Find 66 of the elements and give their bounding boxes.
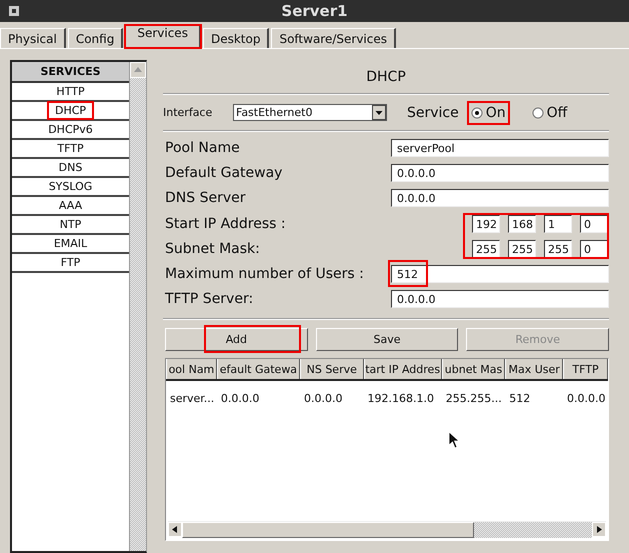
column-header[interactable]: efault Gatewa [216, 359, 300, 380]
service-list-item[interactable]: TFTP [51, 141, 90, 156]
tab[interactable]: Software/Services [271, 28, 396, 48]
octet-field[interactable]: 0 [580, 240, 608, 258]
input-field[interactable]: 0.0.0.0 [391, 164, 609, 182]
tab[interactable]: Services [125, 25, 201, 48]
input-field[interactable]: serverPool [391, 138, 609, 157]
service-list-item[interactable]: DHCPv6 [42, 122, 99, 137]
service-list-item[interactable]: NTP [54, 217, 88, 232]
octet-field[interactable]: 168 [508, 214, 536, 233]
window-title: Server1 [280, 2, 349, 20]
table-cell-text: 192.168.1.0 [366, 392, 436, 405]
field-label: Interface [163, 106, 214, 119]
tab[interactable]: Config [68, 28, 124, 48]
window-menu-icon[interactable] [9, 6, 19, 16]
octet-field[interactable]: 192 [472, 214, 500, 233]
octet-field[interactable]: 1 [544, 214, 572, 233]
list-header: SERVICES [12, 62, 129, 83]
service-list-item[interactable]: DHCP [48, 103, 92, 118]
column-header[interactable]: ool Nam [166, 359, 217, 380]
column-header[interactable]: TFTP [563, 359, 608, 380]
field-label: TFTP Server: [164, 291, 254, 308]
service-list-item[interactable]: AAA [52, 198, 88, 213]
column-header[interactable]: ubnet Mas [442, 359, 506, 380]
action-button[interactable]: Save [316, 328, 458, 352]
tab[interactable]: Desktop [202, 28, 270, 48]
tab[interactable]: Physical [0, 28, 66, 48]
radio-option[interactable]: On [466, 100, 510, 124]
interface-dropdown[interactable]: FastEthernet0 [233, 104, 387, 121]
table-cell-text: 0.0.0.0 [220, 392, 260, 405]
table-cell-text: 0.0.0.0 [566, 392, 606, 405]
field-label: Subnet Mask: [164, 240, 261, 257]
octet-field[interactable]: 0 [580, 214, 608, 233]
table-cell-text: 255.255... [444, 392, 503, 405]
scroll-up-button[interactable] [130, 62, 146, 78]
octet-field[interactable]: 255 [472, 240, 500, 258]
octet-field[interactable]: 255 [544, 240, 572, 258]
column-header[interactable]: NS Serve [300, 359, 364, 380]
radio-button-icon[interactable] [470, 106, 483, 118]
service-list-item[interactable]: DNS [52, 160, 88, 175]
scroll-left-button[interactable] [168, 522, 182, 538]
service-list-item[interactable]: EMAIL [48, 236, 94, 251]
mouse-pointer-icon [448, 431, 460, 450]
input-field[interactable]: 0.0.0.0 [391, 189, 609, 208]
column-header[interactable]: Max User [505, 359, 564, 380]
action-button[interactable]: Add [165, 328, 308, 352]
octet-field[interactable]: 255 [508, 240, 536, 258]
table-cell-text: 512 [508, 392, 532, 405]
input-field[interactable]: 0.0.0.0 [391, 290, 609, 308]
radio-button-icon[interactable] [532, 106, 544, 118]
field-label: Pool Name [164, 140, 241, 156]
table-cell-text: server... [169, 392, 216, 405]
field-label: Start IP Address : [164, 216, 287, 232]
service-list-item[interactable]: HTTP [50, 84, 91, 99]
field-label: Service [407, 104, 459, 120]
scroll-right-button[interactable] [592, 522, 606, 538]
input-field[interactable]: 512 [391, 265, 609, 284]
table-cell-text: 0.0.0.0 [302, 392, 344, 405]
service-list-item[interactable]: SYSLOG [42, 179, 98, 194]
column-header[interactable]: tart IP Addres [364, 359, 442, 380]
section-title: DHCP [365, 68, 407, 87]
field-label: Default Gateway [164, 164, 284, 181]
field-label: DNS Server [164, 190, 246, 206]
service-list-item[interactable]: FTP [54, 255, 86, 270]
field-label: Maximum number of Users : [164, 266, 365, 282]
radio-option[interactable]: Off [530, 102, 570, 122]
